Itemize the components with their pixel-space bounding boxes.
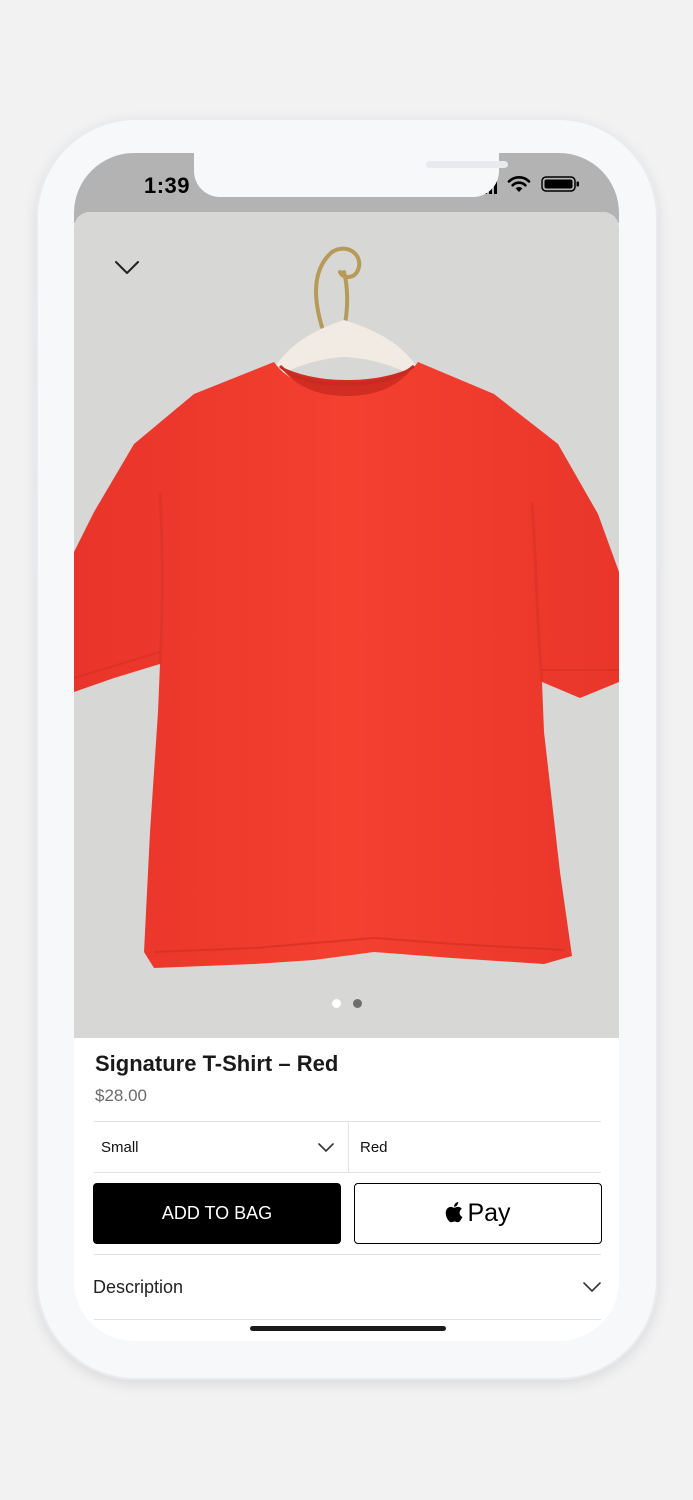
chevron-down-icon (583, 1282, 601, 1293)
phone-screen: 1:39 Signature T-Shirt – Red $28.00 Smal… (74, 153, 619, 1341)
divider (94, 1319, 601, 1320)
status-time: 1:39 (144, 173, 191, 198)
size-select[interactable]: Small (101, 1122, 335, 1172)
option-divider (348, 1122, 349, 1172)
volume-up-button (32, 388, 37, 472)
battery-icon (541, 175, 581, 198)
close-button[interactable] (110, 250, 144, 284)
product-title: Signature T-Shirt – Red (95, 1051, 339, 1076)
add-to-bag-label: ADD TO BAG (161, 1203, 273, 1223)
carousel-dot-active[interactable] (331, 999, 341, 1008)
wifi-icon (507, 175, 531, 198)
product-image-carousel[interactable] (74, 212, 619, 1038)
apple-pay-label: Pay (467, 1199, 511, 1227)
description-label: Description (93, 1276, 184, 1297)
product-image (74, 212, 619, 1038)
apple-pay-button[interactable]: Pay (354, 1183, 602, 1244)
product-sheet: Signature T-Shirt – Red $28.00 Small Red… (74, 212, 619, 1341)
silent-switch (32, 296, 37, 344)
product-price: $28.00 (95, 1086, 147, 1105)
apple-logo-icon (446, 1202, 463, 1223)
color-select[interactable]: Red (360, 1122, 600, 1172)
add-to-bag-button[interactable]: ADD TO BAG (93, 1183, 341, 1244)
power-button (657, 400, 662, 564)
description-accordion[interactable]: Description (93, 1255, 602, 1319)
volume-down-button (32, 492, 37, 576)
divider (94, 1172, 601, 1173)
carousel-pagination (74, 999, 619, 1008)
color-select-value: Red (360, 1138, 388, 1156)
home-indicator[interactable] (250, 1326, 446, 1331)
chevron-down-icon (115, 261, 139, 274)
speaker (426, 161, 508, 168)
size-select-value: Small (101, 1138, 139, 1156)
chevron-down-icon (318, 1143, 334, 1153)
carousel-dot[interactable] (352, 999, 362, 1008)
notch (194, 153, 508, 197)
